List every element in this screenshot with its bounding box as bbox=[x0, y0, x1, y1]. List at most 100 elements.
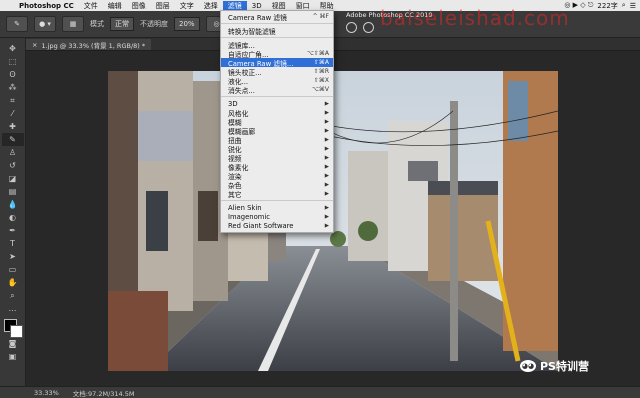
hand-icon[interactable]: ✋ bbox=[2, 276, 24, 289]
filter-menu-item[interactable]: 消失点... ⌥⌘V bbox=[221, 85, 333, 95]
filter-menu-item-label: Red Giant Software bbox=[228, 221, 294, 230]
marquee-icon[interactable]: ⬚ bbox=[2, 55, 24, 68]
menu-view[interactable]: 视图 bbox=[267, 1, 291, 11]
submenu-arrow-icon: ▶ bbox=[324, 136, 329, 143]
background-color[interactable] bbox=[9, 325, 23, 338]
zoom-icon[interactable]: ⌕ bbox=[2, 289, 24, 302]
menu-separator bbox=[221, 37, 333, 38]
brush-preset-picker[interactable]: ● ▾ bbox=[34, 16, 56, 32]
opacity-input[interactable]: 20% bbox=[174, 17, 200, 31]
submenu-arrow-icon: ▶ bbox=[324, 118, 329, 125]
submenu-arrow-icon: ▶ bbox=[324, 163, 329, 170]
menu-select[interactable]: 选择 bbox=[199, 1, 223, 11]
filter-menu-item[interactable]: 其它 ▶ bbox=[221, 189, 333, 199]
dodge-icon[interactable]: ◐ bbox=[2, 211, 24, 224]
wechat-icon: ◕◕ bbox=[520, 360, 536, 372]
menu-shortcut: ^ ⌘F bbox=[312, 13, 329, 20]
brush-settings-icon[interactable]: ▦ bbox=[62, 16, 84, 32]
filter-menu-item-label: 转换为智能滤镜 bbox=[228, 27, 276, 36]
status-area: ◎ ▶ ◇ ⎋ 222字 ⌕ ☰ bbox=[564, 1, 640, 11]
menu-shortcut: ⌥⇧⌘A bbox=[306, 50, 329, 57]
brush-tool-icon[interactable]: ✎ bbox=[6, 16, 28, 32]
menu-shortcut: ⇧⌘X bbox=[313, 77, 329, 84]
healing-icon[interactable]: ✚ bbox=[2, 120, 24, 133]
document-tab[interactable]: × 1.jpg @ 33.3% (背景 1, RGB/8) * bbox=[26, 39, 152, 50]
menu-app-name[interactable]: Photoshop CC bbox=[14, 2, 79, 10]
shape-icon[interactable]: ▭ bbox=[2, 263, 24, 276]
crop-icon[interactable]: ⌗ bbox=[2, 94, 24, 107]
pen-icon[interactable]: ✒ bbox=[2, 224, 24, 237]
submenu-arrow-icon: ▶ bbox=[324, 190, 329, 197]
submenu-arrow-icon: ▶ bbox=[324, 181, 329, 188]
history-brush-icon[interactable]: ↺ bbox=[2, 159, 24, 172]
stamp-icon[interactable]: ♙ bbox=[2, 146, 24, 159]
submenu-arrow-icon: ▶ bbox=[324, 213, 329, 220]
menu-image[interactable]: 图像 bbox=[127, 1, 151, 11]
screen-mode-icon[interactable]: ▣ bbox=[2, 350, 24, 363]
filter-menu-item[interactable]: Red Giant Software ▶ bbox=[221, 221, 333, 230]
blur-icon[interactable]: 💧 bbox=[2, 198, 24, 211]
watermark-text: baiseleishad.com bbox=[380, 6, 570, 30]
menu-separator bbox=[221, 23, 333, 24]
gradient-icon[interactable]: ▤ bbox=[2, 185, 24, 198]
submenu-arrow-icon: ▶ bbox=[324, 204, 329, 211]
zoom-level[interactable]: 33.33% bbox=[34, 389, 59, 397]
quick-select-icon[interactable]: ⁂ bbox=[2, 81, 24, 94]
filter-menu-item-label: 3D bbox=[228, 99, 238, 108]
tab-close-icon[interactable]: × bbox=[32, 41, 37, 49]
filter-menu-item[interactable]: Alien Skin ▶ bbox=[221, 203, 333, 212]
opacity-label: 不透明度 bbox=[140, 20, 168, 28]
filter-menu-item-label: Alien Skin bbox=[228, 203, 262, 212]
filter-menu-item[interactable]: 转换为智能滤镜 bbox=[221, 26, 333, 36]
menu-help[interactable]: 帮助 bbox=[315, 1, 339, 11]
filter-menu-item-label: Camera Raw 滤镜 bbox=[228, 13, 287, 22]
eraser-icon[interactable]: ◪ bbox=[2, 172, 24, 185]
option-extra-icons bbox=[346, 22, 374, 33]
menu-window[interactable]: 窗口 bbox=[291, 1, 315, 11]
filter-menu-item[interactable]: Camera Raw 滤镜 ^ ⌘F bbox=[221, 12, 333, 22]
submenu-arrow-icon: ▶ bbox=[324, 145, 329, 152]
menu-3d[interactable]: 3D bbox=[247, 2, 267, 10]
filter-menu-item-label: Imagenomic bbox=[228, 212, 270, 221]
brand-name: PS特训营 bbox=[540, 360, 589, 373]
filter-menu-item-label: 其它 bbox=[228, 190, 242, 199]
menu-edit[interactable]: 编辑 bbox=[103, 1, 127, 11]
type-icon[interactable]: T bbox=[2, 237, 24, 250]
color-swatches[interactable] bbox=[3, 319, 23, 338]
eyedropper-icon[interactable]: ⁄ bbox=[2, 107, 24, 120]
submenu-arrow-icon: ▶ bbox=[324, 127, 329, 134]
submenu-arrow-icon: ▶ bbox=[324, 172, 329, 179]
menu-separator bbox=[221, 96, 333, 97]
menu-layer[interactable]: 图层 bbox=[151, 1, 175, 11]
more-tools-icon[interactable]: … bbox=[2, 302, 24, 315]
submenu-arrow-icon: ▶ bbox=[324, 154, 329, 161]
filter-menu-item[interactable]: Imagenomic ▶ bbox=[221, 212, 333, 221]
list-icon[interactable]: ☰ bbox=[630, 2, 636, 10]
menu-shortcut: ⇧⌘A bbox=[313, 59, 329, 66]
move-icon[interactable]: ✥ bbox=[2, 42, 24, 55]
menu-file[interactable]: 文件 bbox=[79, 1, 103, 11]
brush-icon[interactable]: ✎ bbox=[1, 133, 24, 146]
menu-shortcut: ⌥⌘V bbox=[311, 86, 329, 93]
doc-size[interactable]: 文档:97.2M/314.5M bbox=[73, 388, 135, 398]
brand-badge: ◕◕ PS特训营 bbox=[520, 358, 589, 374]
filter-dropdown-menu: Camera Raw 滤镜 ^ ⌘F 转换为智能滤镜 滤镜库... 自适应广角... ⌥⇧… bbox=[220, 10, 334, 233]
path-select-icon[interactable]: ➤ bbox=[2, 250, 24, 263]
submenu-arrow-icon: ▶ bbox=[324, 222, 329, 229]
search-icon[interactable]: ⌕ bbox=[622, 1, 626, 10]
submenu-arrow-icon: ▶ bbox=[324, 109, 329, 116]
mode-select[interactable]: 正常 bbox=[110, 17, 134, 31]
menu-filter[interactable]: 滤镜 bbox=[222, 0, 247, 11]
filter-menu-item-label: 消失点... bbox=[228, 86, 255, 95]
lasso-icon[interactable]: ʘ bbox=[2, 68, 24, 81]
pressure-size-icon[interactable] bbox=[363, 22, 374, 33]
symmetry-icon[interactable] bbox=[346, 22, 357, 33]
mode-label: 模式 bbox=[90, 20, 104, 28]
quick-mask-icon[interactable]: ◙ bbox=[2, 337, 24, 350]
status-bar: 33.33% 文档:97.2M/314.5M bbox=[0, 386, 640, 398]
menu-type[interactable]: 文字 bbox=[175, 1, 199, 11]
submenu-arrow-icon: ▶ bbox=[324, 100, 329, 107]
toolbox: ✥ ⬚ ʘ ⁂ ⌗ ⁄ ✚ ✎ ♙ ↺ ◪ ▤ 💧 ◐ ✒ T ➤ ▭ ✋ ⌕ … bbox=[0, 38, 26, 386]
menu-separator bbox=[221, 200, 333, 201]
battery-label: 222字 bbox=[597, 1, 618, 10]
